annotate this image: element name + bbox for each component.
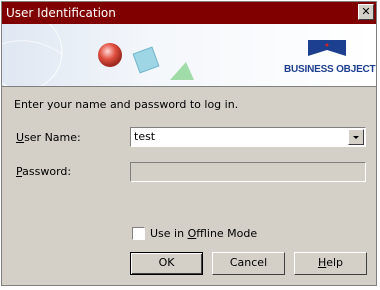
ok-button[interactable]: OK [130, 252, 203, 275]
banner-image: BUSINESS OBJECTS [2, 24, 376, 87]
login-dialog: User Identification ✕ BUSINESS OBJECTS E… [1, 1, 377, 286]
offline-mode-checkbox[interactable] [132, 227, 145, 240]
user-name-label: User Name: [16, 131, 81, 144]
login-prompt: Enter your name and password to log in. [14, 98, 239, 111]
password-field[interactable] [130, 162, 366, 182]
cancel-button[interactable]: Cancel [212, 252, 285, 275]
business-objects-logo-mark [308, 40, 346, 56]
close-icon[interactable]: ✕ [358, 4, 374, 20]
dialog-title: User Identification [6, 6, 116, 20]
offline-mode-label[interactable]: Use in Offline Mode [150, 227, 257, 240]
password-label: Password: [16, 165, 72, 178]
user-name-value: test [134, 130, 156, 143]
title-bar[interactable]: User Identification ✕ [2, 2, 376, 24]
sphere-icon [98, 43, 122, 67]
chevron-down-icon[interactable] [348, 129, 364, 145]
help-button[interactable]: Help [294, 252, 367, 275]
user-name-combo[interactable]: test [130, 127, 366, 147]
business-objects-logo-text: BUSINESS OBJECTS [284, 64, 376, 75]
